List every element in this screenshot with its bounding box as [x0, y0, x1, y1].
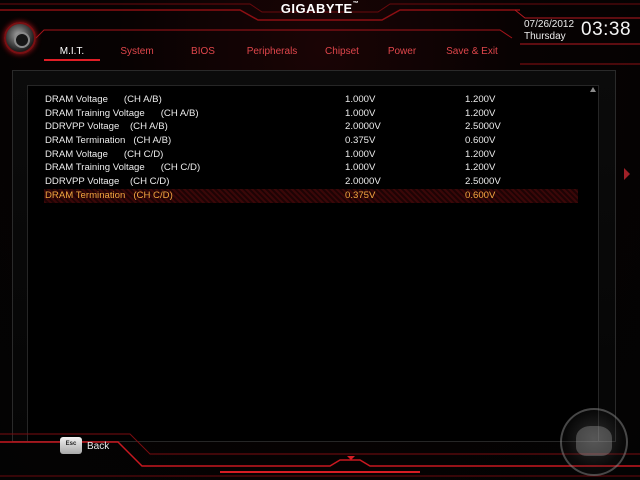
tab-bios[interactable]: BIOS [174, 43, 232, 61]
setting-current-value: 1.000V [345, 148, 376, 160]
setting-name: DRAM Voltage (CH C/D) [45, 148, 164, 160]
setting-default-value: 1.200V [465, 107, 496, 119]
setting-default-value: 2.5000V [465, 121, 501, 133]
setting-default-value: 1.200V [465, 94, 496, 105]
watermark-logo-icon [560, 408, 628, 476]
clock-date-block: 07/26/2012 Thursday [524, 19, 574, 43]
setting-name: DRAM Training Voltage (CH C/D) [45, 162, 201, 174]
setting-default-value: 2.5000V [465, 176, 501, 188]
tab-power[interactable]: Power [372, 43, 432, 61]
setting-current-value: 2.0000V [345, 121, 381, 133]
setting-name: DDRVPP Voltage (CH C/D) [45, 176, 170, 188]
setting-row[interactable]: DRAM Termination (CH A/B) 0.375V 0.600V [44, 134, 578, 148]
setting-row[interactable]: DRAM Voltage (CH A/B) 1.000V 1.200V [44, 93, 578, 107]
brand-title: GIGABYTE™ [0, 0, 640, 16]
setting-default-value: 0.600V [465, 189, 496, 201]
brand-name: GIGABYTE [280, 1, 353, 16]
back-button[interactable]: Back [87, 441, 109, 452]
tab-peripherals[interactable]: Peripherals [232, 43, 312, 61]
esc-key-icon[interactable]: Esc [60, 437, 82, 454]
setting-current-value: 0.375V [345, 189, 376, 201]
setting-name: DRAM Voltage (CH A/B) [45, 94, 162, 105]
tab-mit[interactable]: M.I.T. [44, 43, 100, 61]
day-text: Thursday [524, 31, 566, 42]
setting-default-value: 1.200V [465, 148, 496, 160]
tab-bar: M.I.T. System BIOS Peripherals Chipset P… [44, 43, 512, 63]
setting-row[interactable]: DDRVPP Voltage (CH C/D) 2.0000V 2.5000V [44, 175, 578, 189]
setting-name: DRAM Training Voltage (CH A/B) [45, 107, 199, 119]
time-text: 03:38 [581, 19, 632, 40]
setting-name: DDRVPP Voltage (CH A/B) [45, 121, 168, 133]
setting-default-value: 1.200V [465, 162, 496, 174]
setting-current-value: 1.000V [345, 162, 376, 174]
gigabyte-logo-icon [4, 22, 36, 54]
setting-default-value: 0.600V [465, 135, 496, 147]
scroll-up-icon[interactable] [590, 87, 596, 92]
setting-row[interactable]: DRAM Training Voltage (CH C/D) 1.000V 1.… [44, 161, 578, 175]
setting-row[interactable]: DDRVPP Voltage (CH A/B) 2.0000V 2.5000V [44, 120, 578, 134]
setting-name: DRAM Termination (CH C/D) [45, 189, 173, 201]
date-text: 07/26/2012 [524, 19, 575, 30]
side-panel-arrow-icon[interactable] [624, 168, 630, 180]
brand-trademark: ™ [352, 1, 360, 7]
setting-name: DRAM Termination (CH A/B) [45, 135, 172, 147]
setting-current-value: 0.375V [345, 135, 376, 147]
setting-row[interactable]: DRAM Voltage (CH C/D) 1.000V 1.200V [44, 148, 578, 162]
setting-current-value: 1.000V [345, 94, 376, 105]
tab-system[interactable]: System [100, 43, 174, 61]
scroll-down-icon[interactable] [347, 456, 355, 460]
setting-current-value: 2.0000V [345, 176, 381, 188]
top-header: GIGABYTE™ 07/26/2012 Thursday 03:38 M.I.… [0, 0, 640, 66]
setting-row[interactable]: DRAM Training Voltage (CH A/B) 1.000V 1.… [44, 107, 578, 121]
tab-save-exit[interactable]: Save & Exit [432, 43, 512, 61]
settings-list: DRAM Voltage (CH A/B) 1.000V 1.200V DRAM… [44, 93, 578, 203]
tab-chipset[interactable]: Chipset [312, 43, 372, 61]
setting-row-selected[interactable]: DRAM Termination (CH C/D) 0.375V 0.600V [44, 188, 578, 203]
setting-current-value: 1.000V [345, 107, 376, 119]
